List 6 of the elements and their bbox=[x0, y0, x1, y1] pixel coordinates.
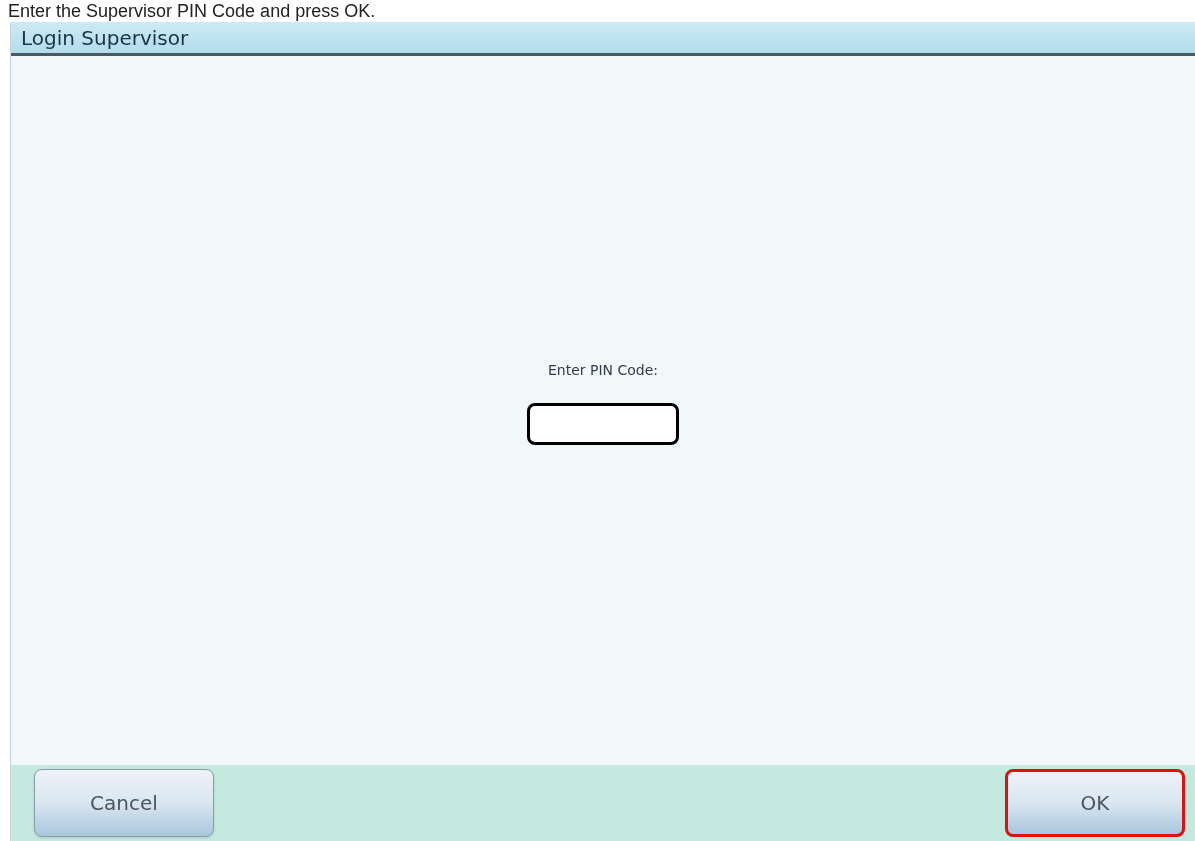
dialog-title: Login Supervisor bbox=[21, 24, 189, 52]
pin-input-field[interactable] bbox=[527, 403, 679, 445]
pin-label: Enter PIN Code: bbox=[547, 361, 659, 380]
ok-button[interactable]: OK bbox=[1005, 769, 1185, 837]
cancel-button[interactable]: Cancel bbox=[34, 769, 214, 837]
instruction-text: Enter the Supervisor PIN Code and press OK. bbox=[7, 0, 377, 22]
